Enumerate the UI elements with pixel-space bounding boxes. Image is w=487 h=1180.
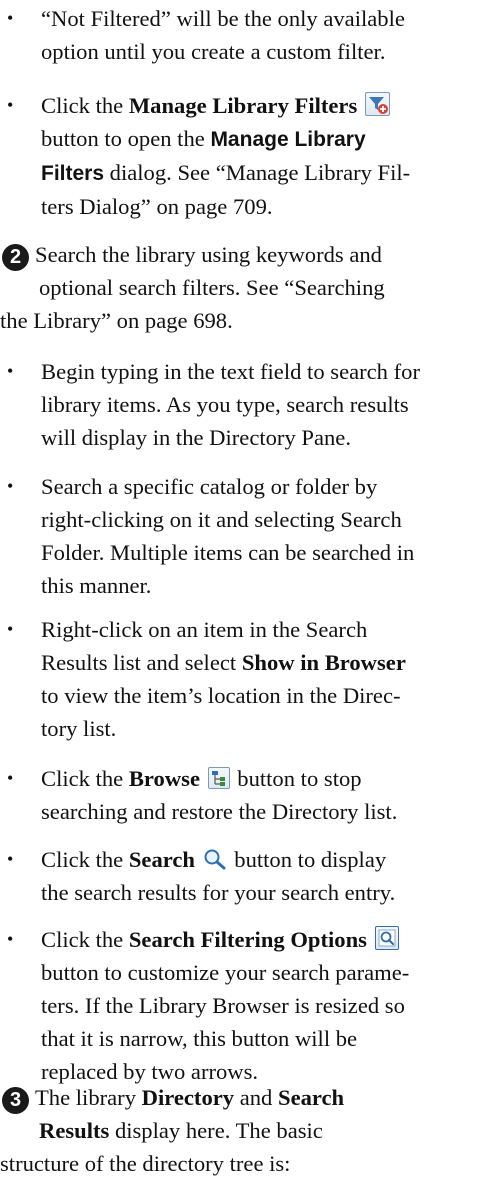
- manage-filters-icon: [364, 92, 390, 116]
- bullet-dot: •: [7, 619, 14, 639]
- bullet-manage-filters: • Click the Manage Library Filters butto…: [0, 89, 487, 223]
- text-line: library items. As you type, search resul…: [41, 392, 409, 417]
- step-number-2: 2: [2, 244, 29, 271]
- text-line: the search results for your search entry…: [41, 880, 396, 905]
- bullet-dot: •: [7, 361, 14, 381]
- text-line: Search the library using keywords and: [35, 242, 382, 267]
- bullet-dot: •: [7, 476, 14, 496]
- text-line: ters. If the Library Browser is resized …: [41, 993, 405, 1018]
- text-line: ters Dialog” on page 709.: [41, 194, 273, 219]
- bullet-search-folder: • Search a specific catalog or folder by…: [0, 470, 487, 602]
- ui-term: Manage Library Filters: [128, 93, 358, 118]
- search-icon: [203, 848, 227, 870]
- text-line: “Not Filtered” will be the only availabl…: [41, 6, 405, 31]
- ui-term: Search: [278, 1085, 345, 1110]
- ui-term: Browse: [128, 766, 200, 791]
- ui-term: Show in Browser: [241, 650, 406, 675]
- text-run: Click the: [41, 847, 129, 872]
- text-run: button to stop: [231, 766, 362, 791]
- ui-term: Search: [128, 847, 195, 872]
- bullet-search: • Click the Search button to display the…: [0, 843, 487, 909]
- text-run: button to display: [228, 847, 387, 872]
- bullet-dot: •: [7, 929, 14, 949]
- text-line: will display in the Directory Pane.: [41, 425, 351, 450]
- text-run: dialog. See “Manage Library Fil-: [104, 160, 411, 185]
- text-line: this manner.: [41, 573, 152, 598]
- bullet-dot: •: [7, 95, 14, 115]
- bullet-begin-typing: • Begin typing in the text field to sear…: [0, 355, 487, 454]
- ui-term: Search Filtering Options: [128, 927, 367, 952]
- ui-term: Results: [39, 1118, 110, 1143]
- bullet-dot: •: [7, 8, 14, 28]
- text-line: Begin typing in the text field to search…: [41, 359, 420, 384]
- bullet-search-filtering-options: • Click the Search Filtering Options but…: [0, 923, 487, 1088]
- browse-icon: [207, 767, 230, 789]
- text-line: the Library” on page 698.: [0, 308, 233, 333]
- text-run: Click the: [41, 766, 129, 791]
- bullet-show-in-browser: • Right-click on an item in the Search R…: [0, 613, 487, 745]
- search-filter-options-icon: [374, 926, 399, 950]
- text-run: The library: [35, 1085, 142, 1110]
- text-run: display here. The basic: [109, 1118, 323, 1143]
- text-run: and: [234, 1085, 278, 1110]
- text-line: that it is narrow, this button will be: [41, 1026, 358, 1051]
- text-line: option until you create a custom filter.: [41, 39, 386, 64]
- bullet-not-filtered: • “Not Filtered” will be the only availa…: [0, 2, 487, 68]
- dialog-name: Filters: [41, 162, 105, 185]
- step-2: 2 Search the library using keywords and o…: [0, 238, 479, 337]
- text-line: right-clicking on it and selecting Searc…: [41, 507, 402, 532]
- text-run: Click the: [41, 927, 129, 952]
- bullet-dot: •: [7, 768, 14, 788]
- text-line: optional search filters. See “Searching: [39, 275, 385, 300]
- text-line: tory list.: [41, 716, 117, 741]
- text-line: Folder. Multiple items can be searched i…: [41, 540, 415, 565]
- bullet-dot: •: [7, 849, 14, 869]
- step-3: 3 The library Directory and Search Result…: [0, 1081, 479, 1180]
- text-line: searching and restore the Directory list…: [41, 799, 398, 824]
- text-run: Click the: [41, 93, 129, 118]
- text-run: button to open the: [41, 126, 211, 151]
- text-line: to view the item’s location in the Direc…: [41, 683, 401, 708]
- bullet-browse: • Click the Browse button to stop search…: [0, 762, 487, 828]
- ui-term: Directory: [141, 1085, 235, 1110]
- step-number-3: 3: [2, 1087, 29, 1114]
- text-line: Search a specific catalog or folder by: [41, 474, 378, 499]
- text-run: Results list and select: [41, 650, 242, 675]
- text-line: structure of the directory tree is:: [0, 1151, 291, 1176]
- text-line: Right-click on an item in the Search: [41, 617, 368, 642]
- dialog-name: Manage Library: [210, 128, 366, 151]
- text-line: button to customize your search parame-: [41, 960, 410, 985]
